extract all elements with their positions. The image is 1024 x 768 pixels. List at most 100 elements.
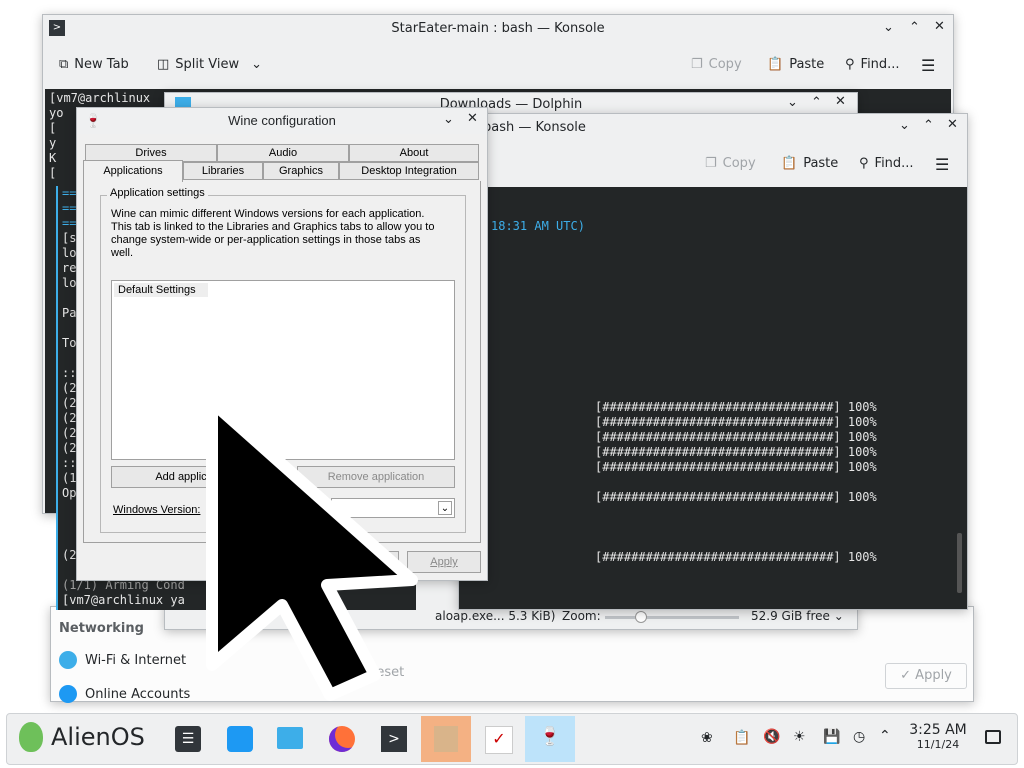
globe-icon: [59, 651, 77, 669]
tab-graphics[interactable]: Graphics: [263, 162, 339, 180]
tab-desktop-integration[interactable]: Desktop Integration: [339, 162, 479, 180]
maximize-button[interactable]: ⌃: [811, 95, 822, 110]
folder-icon: [277, 727, 303, 749]
maximize-button[interactable]: ⌃: [923, 118, 934, 133]
zoom-slider[interactable]: [605, 611, 739, 623]
chevron-down-icon: ⌄: [251, 57, 263, 72]
clock-time: 3:25 AM: [909, 722, 967, 738]
paste-button[interactable]: 📋 Paste: [781, 156, 838, 171]
wine-titlebar[interactable]: 🍷 Wine configuration ⌄ ✕: [77, 108, 487, 134]
konsole-front-titlebar[interactable]: bash — Konsole ⌄ ⌃ ✕: [459, 114, 967, 142]
volume-muted-icon[interactable]: 🔇: [763, 729, 780, 745]
show-desktop-icon[interactable]: [985, 730, 1001, 744]
disk-icon[interactable]: 💾: [823, 729, 840, 745]
progress-line: [################################] 100%: [595, 430, 877, 444]
progress-line: [################################] 100%: [595, 490, 877, 504]
paste-button[interactable]: 📋 Paste: [767, 57, 824, 72]
windows-version-label: Windows Version:: [113, 504, 201, 516]
performance-icon[interactable]: ◷: [853, 729, 865, 745]
hamburger-menu-icon[interactable]: ☰: [935, 155, 949, 174]
minimize-button[interactable]: ⌄: [883, 20, 894, 35]
paste-icon: 📋: [781, 156, 798, 171]
network-share-icon[interactable]: ❀: [701, 730, 713, 746]
hamburger-menu-icon[interactable]: ☰: [921, 56, 935, 75]
description-text: Wine can mimic different Windows version…: [111, 208, 435, 259]
konsole-back-titlebar[interactable]: > StarEater-main : bash — Konsole ⌄ ⌃ ✕: [43, 15, 953, 45]
maximize-button[interactable]: ⌃: [909, 20, 920, 35]
chevron-down-icon: ⌄: [833, 609, 844, 623]
minimize-button[interactable]: ⌄: [443, 111, 454, 127]
new-tab-button[interactable]: ⧉ New Tab: [59, 57, 129, 72]
sidebar-item-online-accounts[interactable]: Online Accounts: [59, 685, 190, 703]
close-button[interactable]: ✕: [467, 110, 478, 126]
progress-line: [################################] 100%: [595, 415, 877, 429]
chevron-up-icon[interactable]: ⌃: [879, 728, 891, 744]
settings-sliders-icon: ☰: [175, 726, 201, 752]
tab-libraries[interactable]: Libraries: [183, 162, 263, 180]
copy-icon: ❐: [705, 156, 717, 171]
accounts-icon: [59, 685, 77, 703]
store-bag-icon: [227, 726, 253, 752]
zoom-label: Zoom:: [562, 609, 601, 623]
list-item[interactable]: Default Settings: [114, 283, 208, 297]
new-tab-icon: ⧉: [59, 57, 69, 72]
task-winecfg-tool[interactable]: ✓: [479, 720, 517, 758]
clock-date: 11/1/24: [916, 738, 960, 751]
group-label: Application settings: [107, 187, 208, 199]
networking-heading: Networking: [59, 621, 144, 636]
task-firefox[interactable]: [323, 720, 361, 758]
task-wine-config[interactable]: 🍷: [525, 716, 575, 762]
find-button[interactable]: ⚲ Find...: [859, 156, 914, 171]
task-system-settings[interactable]: ☰: [169, 720, 207, 758]
konsole-front-window[interactable]: bash — Konsole ⌄ ⌃ ✕ ❐ Copy 📋 Paste ⚲ Find.…: [458, 113, 968, 610]
minimize-button[interactable]: ⌄: [787, 95, 798, 110]
tab-audio[interactable]: Audio: [217, 144, 349, 162]
close-button[interactable]: ✕: [835, 94, 846, 109]
clock[interactable]: 3:25 AM 11/1/24: [903, 722, 973, 751]
copy-button[interactable]: ❐ Copy: [705, 156, 756, 171]
tab-about[interactable]: About: [349, 144, 479, 162]
task-konsole[interactable]: >: [375, 720, 413, 758]
search-icon: ⚲: [859, 156, 869, 171]
find-button[interactable]: ⚲ Find...: [845, 57, 900, 72]
task-dolphin[interactable]: [271, 720, 309, 758]
application-launcher[interactable]: AlienOS: [19, 722, 145, 752]
split-view-button[interactable]: ◫ Split View ⌄: [157, 57, 262, 72]
clipboard-icon[interactable]: 📋: [733, 730, 750, 746]
wine-glass-icon: 🍷: [538, 726, 562, 747]
window-title: Wine configuration: [228, 113, 336, 128]
sidebar-item-wifi[interactable]: Wi-Fi & Internet: [59, 651, 186, 669]
tab-applications[interactable]: Applications: [83, 160, 183, 182]
split-view-icon: ◫: [157, 57, 170, 72]
search-icon: ⚲: [845, 57, 855, 72]
free-space-label[interactable]: 52.9 GiB free ⌄: [751, 609, 844, 623]
firefox-icon: [329, 726, 355, 752]
graph-icon: ✓: [485, 726, 513, 754]
task-discover[interactable]: [221, 720, 259, 758]
mouse-cursor-icon: [206, 396, 418, 701]
terminal-icon: >: [381, 726, 407, 752]
minimize-button[interactable]: ⌄: [899, 118, 910, 133]
launcher-label: AlienOS: [51, 723, 145, 751]
status-file-info: aloap.exe... 5.3 KiB): [435, 609, 556, 623]
task-archive[interactable]: [421, 716, 471, 762]
konsole-back-toolbar: ⧉ New Tab ◫ Split View ⌄ ❐ Copy 📋 Paste ⚲ Find…: [43, 51, 953, 81]
chevron-down-icon[interactable]: ⌄: [438, 501, 452, 515]
progress-line: [################################] 100%: [595, 400, 877, 414]
progress-line: [################################] 100%: [595, 460, 877, 474]
close-button[interactable]: ✕: [947, 117, 958, 132]
window-title: StarEater-main : bash — Konsole: [391, 21, 605, 36]
archive-box-icon: [434, 726, 458, 752]
settings-apply-button[interactable]: ✓ Apply: [885, 663, 967, 689]
check-icon: ✓: [900, 668, 912, 683]
paste-icon: 📋: [767, 57, 784, 72]
terminal-scrollbar[interactable]: [957, 533, 962, 593]
copy-button[interactable]: ❐ Copy: [691, 57, 742, 72]
brightness-icon[interactable]: ☀: [793, 729, 806, 745]
terminal-time-text: 18:31 AM UTC): [491, 219, 585, 233]
copy-icon: ❐: [691, 57, 703, 72]
konsole-front-terminal[interactable]: 18:31 AM UTC) [#########################…: [459, 187, 967, 609]
zoom-slider-handle[interactable]: [635, 611, 647, 623]
alien-logo-icon: [19, 722, 43, 752]
close-button[interactable]: ✕: [934, 19, 945, 34]
